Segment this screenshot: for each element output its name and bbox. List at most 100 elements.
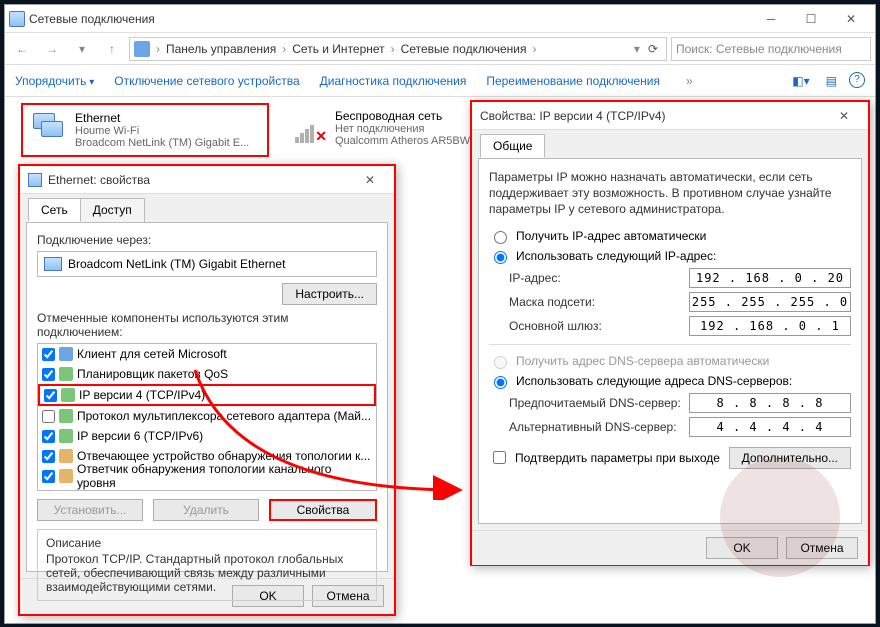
tab-body: Подключение через: Broadcom NetLink (TM)… xyxy=(26,222,388,572)
view-details-icon[interactable]: ▤ xyxy=(822,72,841,90)
dialog-close-button[interactable]: ✕ xyxy=(828,109,860,123)
description-text: Протокол TCP/IP. Стандартный протокол гл… xyxy=(46,552,368,594)
dialog-footer: OK Отмена xyxy=(472,530,868,565)
breadcrumb-item[interactable]: Сетевые подключения xyxy=(401,42,527,56)
configure-button[interactable]: Настроить... xyxy=(282,283,377,305)
gateway-label: Основной шлюз: xyxy=(509,319,689,333)
view-large-icon[interactable]: ◧▾ xyxy=(788,72,813,90)
component-icon xyxy=(59,469,73,483)
subnet-mask-input[interactable]: 255 . 255 . 255 . 0 xyxy=(689,292,851,312)
tab-network[interactable]: Сеть xyxy=(28,198,81,222)
component-checkbox[interactable] xyxy=(42,368,55,381)
network-adapter-icon xyxy=(28,173,42,187)
nic-icon xyxy=(44,257,62,271)
install-button[interactable]: Установить... xyxy=(37,499,143,521)
radio-manual-dns[interactable] xyxy=(494,376,507,389)
component-label: Протокол мультиплексора сетевого адаптер… xyxy=(77,409,371,423)
component-icon xyxy=(61,388,75,402)
properties-button[interactable]: Свойства xyxy=(269,499,377,521)
alternate-dns-input[interactable]: 4 . 4 . 4 . 4 xyxy=(689,417,851,437)
ipv4-properties-dialog: Свойства: IP версии 4 (TCP/IPv4) ✕ Общие… xyxy=(470,100,870,566)
search-input[interactable]: Поиск: Сетевые подключения xyxy=(671,37,871,61)
component-item[interactable]: Протокол мультиплексора сетевого адаптер… xyxy=(38,406,376,426)
nav-row: ← → ▾ ↑ › Панель управления › Сеть и Инт… xyxy=(5,33,875,65)
search-placeholder: Поиск: Сетевые подключения xyxy=(676,42,842,56)
radio-auto-ip[interactable] xyxy=(494,231,507,244)
window-title: Сетевые подключения xyxy=(25,12,751,26)
overflow-chevron-icon[interactable]: » xyxy=(680,74,699,88)
command-bar: Упорядочить Отключение сетевого устройст… xyxy=(5,65,875,97)
breadcrumb-item[interactable]: Сеть и Интернет xyxy=(292,42,384,56)
connection-status: Houme Wi-Fi xyxy=(75,125,249,137)
explorer-titlebar: Сетевые подключения ─ ☐ ✕ xyxy=(5,5,875,33)
subnet-mask-label: Маска подсети: xyxy=(509,295,689,309)
gateway-input[interactable]: 192 . 168 . 0 . 1 xyxy=(689,316,851,336)
connection-device: Qualcomm Atheros AR5BW... xyxy=(335,135,479,147)
component-icon xyxy=(59,347,73,361)
component-item[interactable]: IP версии 4 (TCP/IPv4) xyxy=(38,384,376,406)
connection-device: Broadcom NetLink (TM) Gigabit E... xyxy=(75,137,249,149)
component-checkbox[interactable] xyxy=(42,410,55,423)
component-checkbox[interactable] xyxy=(42,470,55,483)
component-checkbox[interactable] xyxy=(42,450,55,463)
connection-name: Беспроводная сеть xyxy=(335,109,479,123)
component-item[interactable]: Планировщик пакетов QoS xyxy=(38,364,376,384)
ip-address-input[interactable]: 192 . 168 . 0 . 20 xyxy=(689,268,851,288)
dialog-close-button[interactable]: ✕ xyxy=(354,173,386,187)
remove-button[interactable]: Удалить xyxy=(153,499,259,521)
connection-name: Ethernet xyxy=(75,111,249,125)
component-checkbox[interactable] xyxy=(42,348,55,361)
component-checkbox[interactable] xyxy=(42,430,55,443)
component-label: Клиент для сетей Microsoft xyxy=(77,347,227,361)
radio-manual-ip-label: Использовать следующий IP-адрес: xyxy=(516,249,716,263)
component-item[interactable]: Ответчик обнаружения топологии канальног… xyxy=(38,466,376,486)
refresh-icon[interactable]: ⟳ xyxy=(644,42,662,56)
component-icon xyxy=(59,409,73,423)
rename-cmd[interactable]: Переименование подключения xyxy=(486,74,660,88)
tab-strip: Общие xyxy=(472,130,868,158)
ip-address-label: IP-адрес: xyxy=(509,271,689,285)
component-label: IP версии 4 (TCP/IPv4) xyxy=(79,388,205,402)
radio-auto-ip-label: Получить IP-адрес автоматически xyxy=(516,229,706,243)
component-item[interactable]: IP версии 6 (TCP/IPv6) xyxy=(38,426,376,446)
breadcrumb-item[interactable]: Панель управления xyxy=(166,42,276,56)
advanced-button[interactable]: Дополнительно... xyxy=(729,447,851,469)
cancel-button[interactable]: Отмена xyxy=(786,537,858,559)
recent-dropdown[interactable]: ▾ xyxy=(69,36,95,62)
disable-device-cmd[interactable]: Отключение сетевого устройства xyxy=(114,74,299,88)
components-list[interactable]: Клиент для сетей Microsoft Планировщик па… xyxy=(37,343,377,491)
component-item[interactable]: Клиент для сетей Microsoft xyxy=(38,344,376,364)
description-fieldset: Описание Протокол TCP/IP. Стандартный пр… xyxy=(37,529,377,601)
description-title: Описание xyxy=(46,536,368,550)
back-button[interactable]: ← xyxy=(9,36,35,62)
component-checkbox[interactable] xyxy=(44,389,57,402)
control-panel-icon xyxy=(134,41,150,57)
radio-manual-ip[interactable] xyxy=(494,251,507,264)
component-label: Планировщик пакетов QoS xyxy=(77,367,228,381)
tab-body: Параметры IP можно назначать автоматичес… xyxy=(478,158,862,524)
connection-item-ethernet[interactable]: Ethernet Houme Wi-Fi Broadcom NetLink (T… xyxy=(21,103,269,157)
radio-auto-dns-label: Получить адрес DNS-сервера автоматически xyxy=(516,354,769,368)
close-button[interactable]: ✕ xyxy=(831,5,871,33)
organize-menu[interactable]: Упорядочить xyxy=(15,74,94,88)
component-label: Ответчик обнаружения топологии канальног… xyxy=(77,462,372,490)
minimize-button[interactable]: ─ xyxy=(751,5,791,33)
maximize-button[interactable]: ☐ xyxy=(791,5,831,33)
ok-button[interactable]: OK xyxy=(706,537,778,559)
diagnose-cmd[interactable]: Диагностика подключения xyxy=(320,74,467,88)
forward-button[interactable]: → xyxy=(39,36,65,62)
preferred-dns-label: Предпочитаемый DNS-сервер: xyxy=(509,396,689,410)
tab-strip: Сеть Доступ xyxy=(20,194,394,222)
preferred-dns-input[interactable]: 8 . 8 . 8 . 8 xyxy=(689,393,851,413)
help-icon[interactable]: ? xyxy=(849,72,865,88)
address-bar[interactable]: › Панель управления › Сеть и Интернет › … xyxy=(129,37,667,61)
radio-auto-dns xyxy=(494,356,507,369)
tab-access[interactable]: Доступ xyxy=(80,198,145,222)
tab-general[interactable]: Общие xyxy=(480,134,545,158)
up-button[interactable]: ↑ xyxy=(99,36,125,62)
chevron-down-icon[interactable]: ▾ xyxy=(634,42,640,56)
alternate-dns-label: Альтернативный DNS-сервер: xyxy=(509,420,689,434)
adapter-name: Broadcom NetLink (TM) Gigabit Ethernet xyxy=(68,257,285,271)
confirm-on-exit-checkbox[interactable] xyxy=(493,451,506,464)
dialog-titlebar: Свойства: IP версии 4 (TCP/IPv4) ✕ xyxy=(472,102,868,130)
